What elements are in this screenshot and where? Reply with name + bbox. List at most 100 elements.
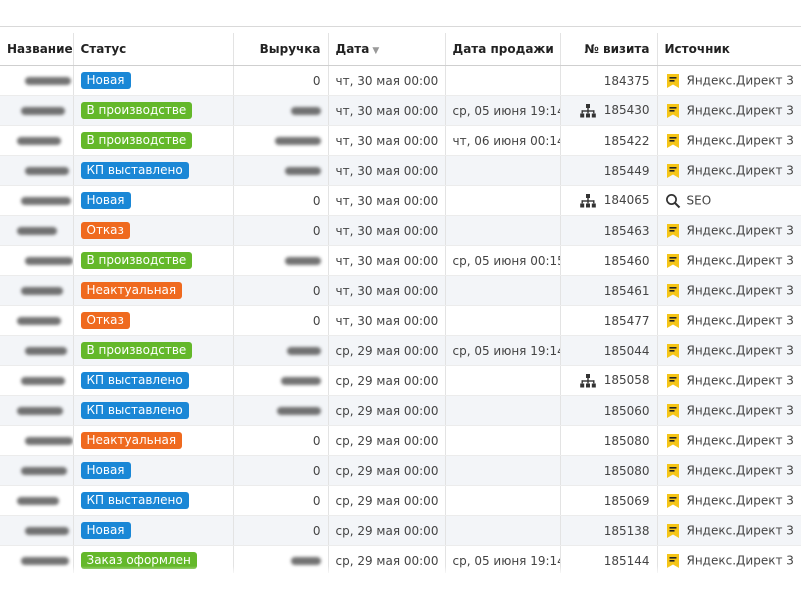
cell-name[interactable] (0, 65, 74, 96)
cell-name[interactable] (0, 335, 74, 366)
table-row[interactable]: Новая 0 ср, 29 мая 00:00 185080 Яндекс.Дирек… (0, 455, 801, 486)
visit-number[interactable]: 185080 (604, 464, 650, 478)
cell-visit[interactable]: 185138 (560, 515, 658, 546)
cell-name[interactable] (0, 425, 74, 456)
status-badge[interactable]: КП выставлено (80, 492, 189, 509)
cell-name[interactable] (0, 215, 74, 246)
visit-number[interactable]: 184375 (604, 74, 650, 88)
table-row[interactable]: В производстве ср, 29 мая 00:00 ср, 05 июн… (0, 335, 801, 366)
status-badge[interactable]: Отказ (80, 222, 130, 239)
visit-number[interactable]: 185460 (604, 254, 650, 268)
table-row[interactable]: КП выставлено ср, 29 мая 00:00 185060 Яндек… (0, 395, 801, 426)
status-badge[interactable]: В производстве (80, 342, 193, 359)
cell-visit[interactable]: 185430 (560, 95, 658, 126)
table-row[interactable]: Новая 0 чт, 30 мая 00:00 184375 Яндекс.Дирек… (0, 65, 801, 96)
cell-name[interactable] (0, 245, 74, 276)
table-row[interactable]: КП выставлено ср, 29 мая 00:00 185058 Яндек… (0, 365, 801, 396)
yandex-direct-icon (665, 253, 681, 269)
leads-table-viewport[interactable]: Название Статус Выручка Дата ▼ Дата прода… (0, 33, 801, 573)
status-badge[interactable]: Новая (80, 72, 131, 89)
cell-name[interactable] (0, 455, 74, 486)
cell-visit[interactable]: 185080 (560, 425, 658, 456)
cell-name[interactable] (0, 155, 74, 186)
redacted-name (21, 467, 67, 475)
column-header-name[interactable]: Название (0, 33, 74, 66)
visit-number[interactable]: 184065 (604, 193, 650, 207)
cell-name[interactable] (0, 395, 74, 426)
table-row[interactable]: Отказ 0 чт, 30 мая 00:00 185463 Яндекс.Дирек… (0, 215, 801, 246)
visit-number[interactable]: 185461 (604, 284, 650, 298)
cell-visit[interactable]: 185422 (560, 125, 658, 156)
cell-visit[interactable]: 185058 (560, 365, 658, 396)
cell-name[interactable] (0, 365, 74, 396)
visit-number[interactable]: 185477 (604, 314, 650, 328)
status-badge[interactable]: КП выставлено (80, 372, 189, 389)
table-row[interactable]: Неактуальная 0 ср, 29 мая 00:00 185080 Яндек… (0, 425, 801, 456)
cell-name[interactable] (0, 275, 74, 306)
cell-visit[interactable]: 185080 (560, 455, 658, 486)
yandex-direct-icon (665, 493, 681, 509)
cell-visit[interactable]: 185477 (560, 305, 658, 336)
column-header-sale-date[interactable]: Дата продажи (445, 33, 561, 66)
cell-visit[interactable]: 185044 (560, 335, 658, 366)
table-row[interactable]: КП выставлено 0 ср, 29 мая 00:00 185069 Янде… (0, 485, 801, 516)
table-row[interactable]: Отказ 0 чт, 30 мая 00:00 185477 Яндекс.Дирек… (0, 305, 801, 336)
status-badge[interactable]: В производстве (80, 102, 193, 119)
revenue-value: 0 (312, 493, 321, 508)
status-badge[interactable]: Отказ (80, 312, 130, 329)
cell-visit[interactable]: 185449 (560, 155, 658, 186)
cell-status: Новая (73, 65, 234, 96)
visit-number[interactable]: 185080 (604, 434, 650, 448)
yandex-direct-icon (665, 433, 681, 449)
table-row[interactable]: Новая 0 чт, 30 мая 00:00 184065 SEO (0, 185, 801, 216)
cell-visit[interactable]: 184375 (560, 65, 658, 96)
status-badge[interactable]: В производстве (80, 132, 193, 149)
cell-visit[interactable]: 185069 (560, 485, 658, 516)
revenue-value: 0 (312, 283, 321, 298)
status-badge[interactable]: Неактуальная (80, 282, 183, 299)
visit-number[interactable]: 185449 (604, 164, 650, 178)
column-header-date[interactable]: Дата ▼ (328, 33, 446, 66)
cell-name[interactable] (0, 95, 74, 126)
cell-name[interactable] (0, 515, 74, 546)
cell-visit[interactable]: 185461 (560, 275, 658, 306)
cell-name[interactable] (0, 305, 74, 336)
column-header-visit[interactable]: № визита (560, 33, 658, 66)
cell-visit[interactable]: 184065 (560, 185, 658, 216)
table-row[interactable]: В производстве чт, 30 мая 00:00 чт, 06 июн… (0, 125, 801, 156)
cell-visit[interactable]: 185460 (560, 245, 658, 276)
visit-number[interactable]: 185463 (604, 224, 650, 238)
column-header-source[interactable]: Источник (657, 33, 801, 66)
visit-number[interactable]: 185138 (604, 524, 650, 538)
cell-date: ср, 29 мая 00:00 (328, 335, 446, 366)
status-badge[interactable]: В производстве (80, 252, 193, 269)
status-badge[interactable]: Новая (80, 522, 131, 539)
status-badge[interactable]: Неактуальная (80, 432, 183, 449)
column-header-status[interactable]: Статус (73, 33, 234, 66)
visit-number[interactable]: 185069 (604, 494, 650, 508)
cell-name[interactable] (0, 485, 74, 516)
visit-number[interactable]: 185058 (604, 373, 650, 387)
table-row[interactable]: КП выставлено чт, 30 мая 00:00 185449 Яндек… (0, 155, 801, 186)
cell-visit[interactable]: 185463 (560, 215, 658, 246)
table-row[interactable]: Неактуальная 0 чт, 30 мая 00:00 185461 Яндек… (0, 275, 801, 306)
status-badge[interactable]: КП выставлено (80, 162, 189, 179)
column-header-revenue[interactable]: Выручка (233, 33, 329, 66)
table-row[interactable]: В производстве чт, 30 мая 00:00 ср, 05 июн… (0, 95, 801, 126)
table-row[interactable]: В производстве чт, 30 мая 00:00 ср, 05 июн… (0, 245, 801, 276)
visit-number[interactable]: 185430 (604, 103, 650, 117)
status-badge[interactable]: Новая (80, 462, 131, 479)
sitemap-icon (579, 103, 596, 118)
visit-number[interactable]: 185060 (604, 404, 650, 418)
cell-name[interactable] (0, 125, 74, 156)
source-label: Яндекс.Директ 3 (686, 163, 794, 177)
cell-name[interactable] (0, 185, 74, 216)
visit-number[interactable]: 185422 (604, 134, 650, 148)
status-badge[interactable]: КП выставлено (80, 402, 189, 419)
table-row[interactable]: Новая 0 ср, 29 мая 00:00 185138 Яндекс.Дирек… (0, 515, 801, 546)
redacted-name (21, 197, 71, 205)
cell-visit[interactable]: 185060 (560, 395, 658, 426)
status-badge[interactable]: Новая (80, 192, 131, 209)
yandex-direct-icon (665, 463, 681, 479)
visit-number[interactable]: 185044 (604, 344, 650, 358)
